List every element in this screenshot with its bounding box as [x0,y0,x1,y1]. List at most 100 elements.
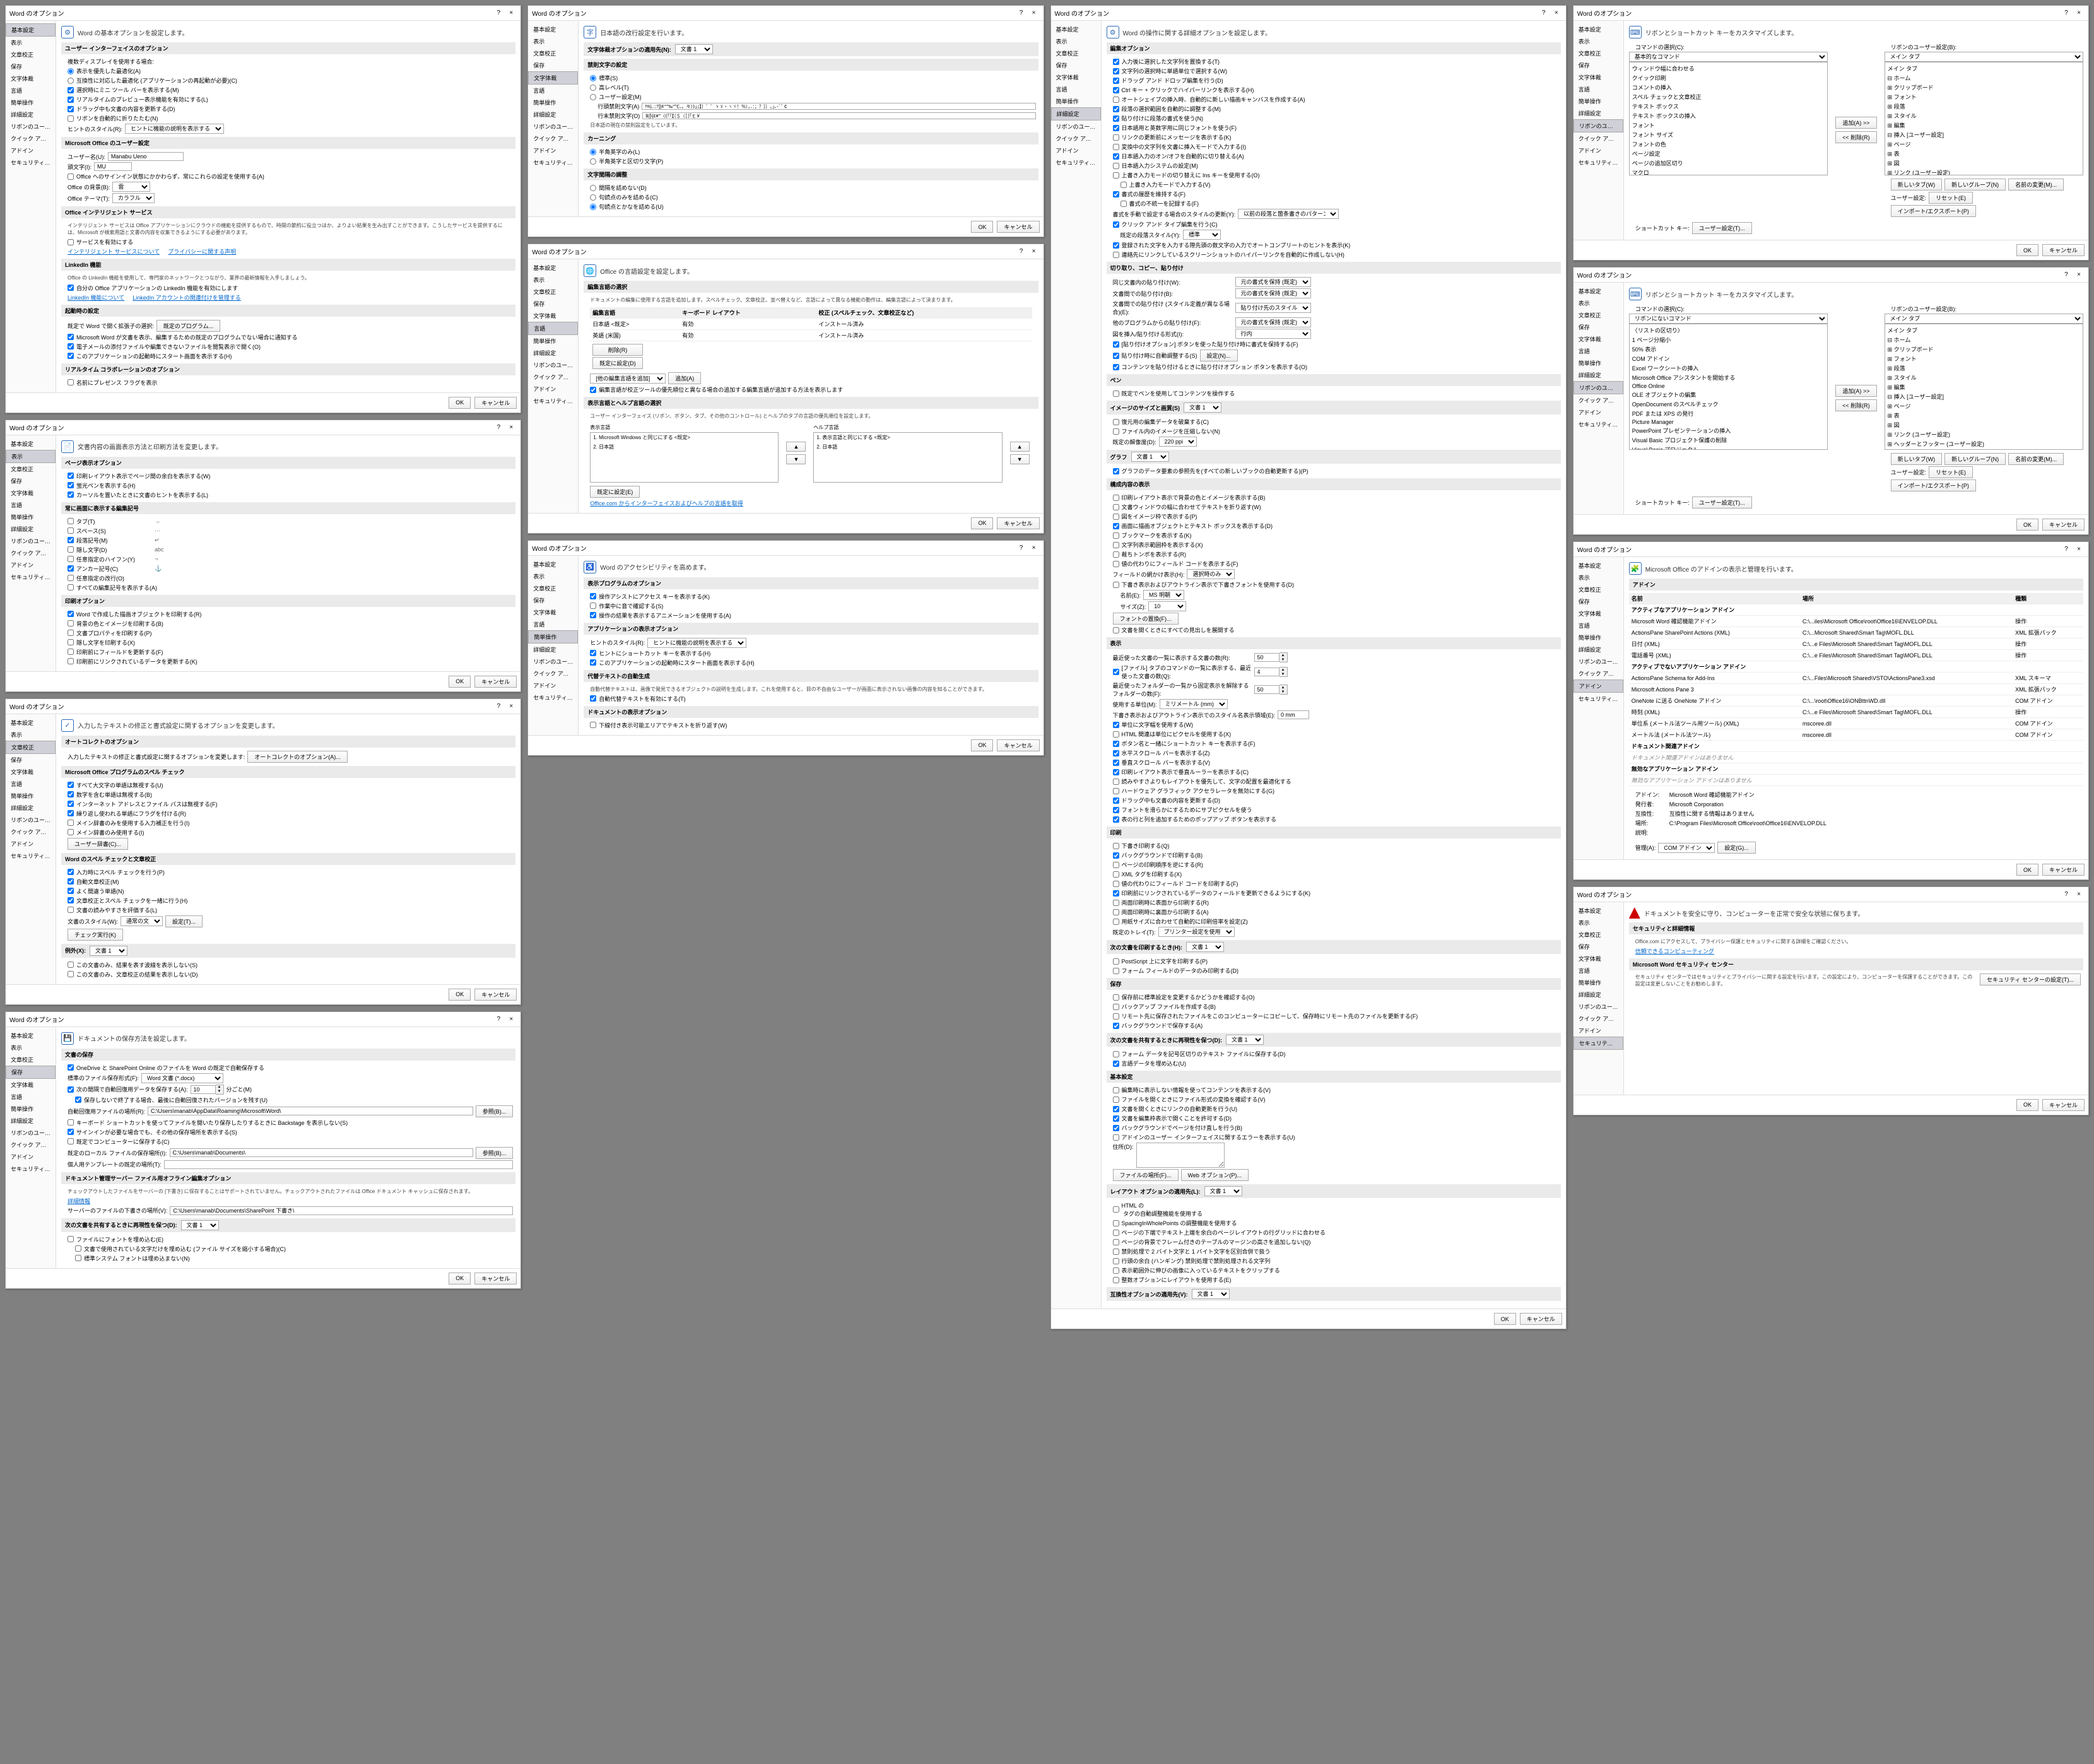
nav-item[interactable]: アドイン [6,144,56,156]
nav-item[interactable]: リボンのユーザー設定 [528,656,578,667]
nav-item[interactable]: 保存 [528,59,578,71]
ok-button[interactable]: OK [449,397,471,409]
nav-item[interactable]: 保存 [6,754,56,766]
nav-item[interactable]: リボンのユーザー設定 [1573,656,1623,667]
nav-item[interactable]: 基本設定 [6,717,56,729]
nav-item[interactable]: セキュリティ センター [528,691,578,703]
nav-item[interactable]: セキュリティ センター [1573,693,1623,705]
nav-item[interactable]: 詳細設定 [6,523,56,535]
nav-item[interactable]: 簡単操作 [6,97,56,109]
cb-start-screen[interactable] [68,353,74,359]
nav-item[interactable]: 簡単操作 [528,630,578,644]
nav-item[interactable]: リボンのユーザー設定 [6,121,56,132]
nav-item[interactable]: クイック アクセス ツール バー [528,132,578,144]
nav-item[interactable]: クイック アクセス ツール バー [6,132,56,144]
nav-item[interactable]: 簡単操作 [6,790,56,802]
nav-item[interactable]: 言語 [1573,83,1623,95]
nav-item[interactable]: 詳細設定 [6,109,56,121]
nav-item[interactable]: リボンのユーザー設定 [6,814,56,826]
nav-item[interactable]: 表示 [6,1042,56,1054]
nav-item[interactable]: 詳細設定 [528,109,578,121]
nav-item[interactable]: リボンのユーザー設定 [528,359,578,371]
nav-item[interactable]: 表示 [1051,35,1101,47]
nav-item[interactable]: セキュリティ センター [1573,418,1623,430]
nav-item[interactable]: アドイン [528,144,578,156]
cb-collapse-ribbon[interactable] [68,115,74,122]
nav-item[interactable]: 保存 [1573,596,1623,608]
nav-item[interactable]: セキュリティ センター [6,1163,56,1175]
cb-minitoolbar[interactable] [68,87,74,93]
nav-item[interactable]: 表示 [6,37,56,49]
nav-item[interactable]: 文章校正 [1573,929,1623,941]
nav-item[interactable]: 詳細設定 [1051,107,1101,121]
command-list[interactable]: ウィンドウ幅に合わせるクイック印刷コメントの挿入スペル チェックと文章校正テキス… [1629,62,1828,175]
nav-item[interactable]: 詳細設定 [1573,107,1623,119]
nav-item[interactable]: 保存 [1573,941,1623,953]
nav-item[interactable]: 保存 [6,61,56,73]
nav-item[interactable]: 言語 [1573,345,1623,357]
nav-item[interactable]: 文字体裁 [528,71,578,85]
nav-item[interactable]: 詳細設定 [1573,644,1623,656]
nav-item[interactable]: リボンのユーザー設定 [6,535,56,547]
cb-update-drag[interactable] [68,106,74,112]
nav-item[interactable]: 基本設定 [528,558,578,570]
default-programs-button[interactable]: 既定のプログラム... [156,320,220,332]
nav-item[interactable]: アドイン [1573,679,1623,693]
nav-item[interactable]: 文字体裁 [528,606,578,618]
nav-item[interactable]: 保存 [6,1066,56,1079]
nav-item[interactable]: 言語 [6,1091,56,1103]
nav-item[interactable]: 文字体裁 [6,73,56,85]
nav-item[interactable]: クイック アクセス ツール バー [6,1139,56,1151]
link-intel[interactable]: インテリジェント サービスについて [68,247,160,256]
nav-item[interactable]: アドイン [1573,406,1623,418]
nav-item[interactable]: 保存 [528,594,578,606]
nav-item[interactable]: 保存 [1573,59,1623,71]
nav-item[interactable]: 文章校正 [6,463,56,475]
nav-item[interactable]: 簡単操作 [528,97,578,109]
nav-item[interactable]: 表示 [1573,297,1623,309]
nav-item[interactable]: 詳細設定 [6,1115,56,1127]
link-linkedin[interactable]: LinkedIn 機能について [68,293,124,302]
nav-item[interactable]: 文字体裁 [6,487,56,499]
nav-item[interactable]: リボンのユーザー設定 [1573,381,1623,394]
initials-input[interactable] [94,162,132,171]
nav-item[interactable]: 文章校正 [1573,309,1623,321]
trust-settings-button[interactable]: セキュリティ センターの設定(T)... [1980,973,2081,985]
nav-item[interactable]: 詳細設定 [1573,989,1623,1001]
nav-item[interactable]: 詳細設定 [6,802,56,814]
nav-item[interactable]: 文字体裁 [1573,608,1623,620]
nav-item[interactable]: 文章校正 [528,286,578,298]
nav-item[interactable]: 基本設定 [1051,23,1101,35]
link-linkedin-mgmt[interactable]: LinkedIn アカウントの関連付けを管理する [132,293,241,302]
nav-item[interactable]: クイック アクセス ツール バー [6,826,56,838]
nav-item[interactable]: セキュリティ センター [1051,156,1101,168]
nav-item[interactable]: 文章校正 [1051,47,1101,59]
nav-item[interactable]: 言語 [528,322,578,335]
nav-item[interactable]: 文字体裁 [6,766,56,778]
nav-item[interactable]: 文字体裁 [1573,71,1623,83]
nav-item[interactable]: 表示 [528,274,578,286]
nav-item[interactable]: アドイン [6,1151,56,1163]
nav-item[interactable]: 表示 [6,450,56,463]
nav-item[interactable]: 文字体裁 [6,1079,56,1091]
nav-item[interactable]: 簡単操作 [528,335,578,347]
nav-item[interactable]: セキュリティ センター [6,571,56,583]
nav-item[interactable]: 簡単操作 [1573,977,1623,989]
nav-item[interactable]: 保存 [1051,59,1101,71]
nav-item[interactable]: アドイン [6,559,56,571]
nav-item[interactable]: セキュリティ センター [528,156,578,168]
nav-item[interactable]: セキュリティ センター [528,395,578,407]
theme-select[interactable]: カラフル [112,193,155,203]
nav-item[interactable]: 表示 [6,729,56,741]
nav-item[interactable]: アドイン [1573,144,1623,156]
nav-item[interactable]: アドイン [1051,144,1101,156]
nav-item[interactable]: 表示 [1573,917,1623,929]
cb-always-use[interactable] [68,173,74,180]
nav-item[interactable]: 基本設定 [528,262,578,274]
help-lang-list[interactable]: 1. 表示言語と同じにする <既定> 2. 日本語 [813,432,1002,483]
nav-item[interactable]: 文章校正 [528,47,578,59]
nav-item[interactable]: アドイン [6,838,56,850]
nav-item[interactable]: 簡単操作 [1573,357,1623,369]
nav-item[interactable]: セキュリティ センター [6,156,56,168]
nav-item[interactable]: アドイン [528,679,578,691]
